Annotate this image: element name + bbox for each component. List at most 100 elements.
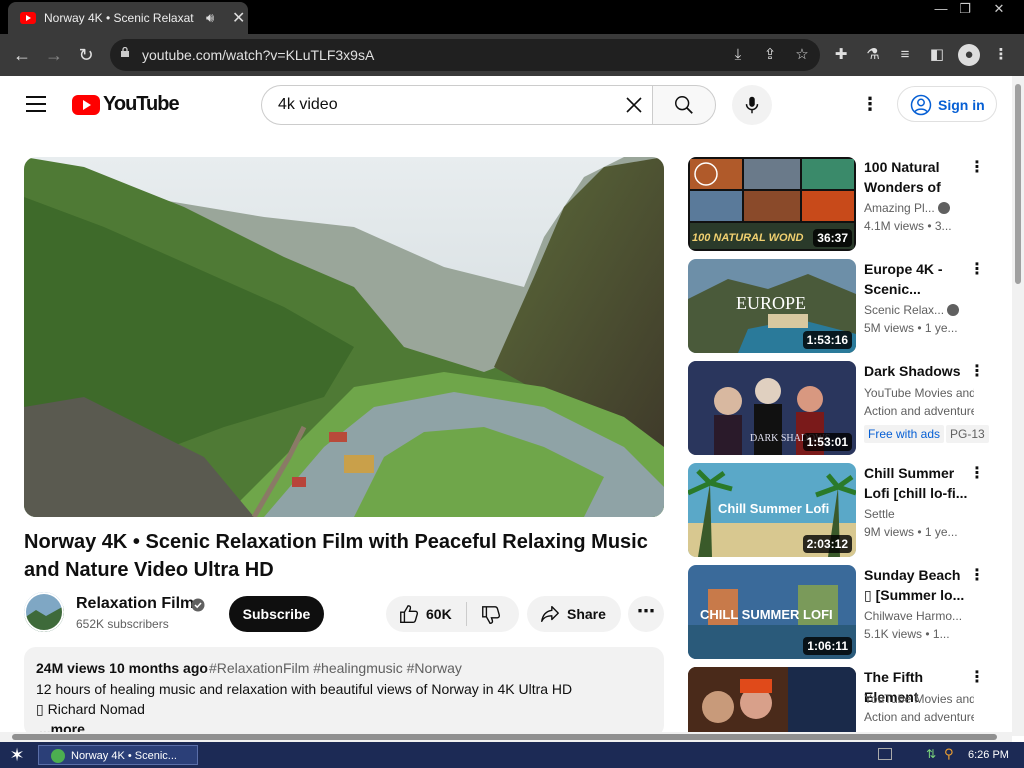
channel-name[interactable]: YouTube Movies and TV xyxy=(864,386,974,400)
video-player[interactable] xyxy=(24,157,664,517)
keyboard-tray-icon[interactable] xyxy=(878,748,892,760)
video-thumbnail[interactable]: DARK SHADOWS 1:53:01 xyxy=(688,361,856,455)
thumbnail-text: 100 NATURAL WOND xyxy=(692,232,803,244)
install-app-icon[interactable]: ⤓ xyxy=(728,45,748,65)
channel-name[interactable]: Amazing Pl... xyxy=(864,201,974,215)
scrollbar-thumb[interactable] xyxy=(12,734,997,740)
video-title[interactable]: Chill Summer Lofi [chill lo-fi... xyxy=(864,463,968,503)
video-menu-icon[interactable]: ⋮ xyxy=(968,567,986,589)
video-thumbnail[interactable] xyxy=(688,667,856,732)
search-button[interactable] xyxy=(652,85,716,125)
bookmark-star-icon[interactable]: ☆ xyxy=(792,45,812,65)
youtube-play-logo-icon xyxy=(72,95,100,115)
description-box[interactable]: 24M views 10 months ago #RelaxationFilm … xyxy=(24,647,664,737)
video-title[interactable]: Europe 4K - Scenic... xyxy=(864,259,968,299)
video-title[interactable]: 100 Natural Wonders of th... xyxy=(864,157,968,197)
system-clock: 6:26 PM xyxy=(968,749,1009,761)
video-thumbnail[interactable]: CHILL SUMMER LOFI 1:06:11 xyxy=(688,565,856,659)
verified-badge-icon xyxy=(937,202,950,214)
video-duration: 2:03:12 xyxy=(802,535,852,553)
like-count[interactable]: 60K xyxy=(426,606,452,622)
recommended-video[interactable]: DARK SHADOWS 1:53:01 Dark Shadows YouTub… xyxy=(688,361,1008,455)
view-count: 4.1M views • 3... xyxy=(864,219,952,233)
video-duration: 1:06:11 xyxy=(803,637,852,655)
share-button[interactable]: Share xyxy=(527,596,621,632)
media-queue-icon[interactable]: ≡ xyxy=(894,44,916,66)
taskbar-window-button[interactable]: Norway 4K • Scenic... xyxy=(38,745,198,765)
youtube-logo[interactable]: YouTube xyxy=(72,93,180,116)
url-text: youtube.com/watch?v=KLuTLF3x9sA xyxy=(142,47,375,63)
scrollbar-thumb[interactable] xyxy=(1015,84,1021,284)
video-genre: Action and adventure • xyxy=(864,710,974,724)
labs-flask-icon[interactable]: ⚗ xyxy=(862,44,884,66)
reload-icon[interactable]: ↻ xyxy=(74,43,98,67)
search-icon xyxy=(675,96,693,114)
start-menu-icon[interactable]: ✶ xyxy=(6,745,28,765)
channel-name-text: Scenic Relax... xyxy=(864,303,945,317)
hashtags[interactable]: #RelaxationFilm #healingmusic #Norway xyxy=(209,660,462,676)
view-count: 5M views • 1 ye... xyxy=(864,321,958,335)
sign-in-button[interactable]: Sign in xyxy=(897,86,997,122)
channel-avatar[interactable] xyxy=(24,592,64,632)
settings-more-icon[interactable]: ⋮ xyxy=(858,94,882,118)
horizontal-scrollbar[interactable] xyxy=(0,732,1012,742)
subscriber-count: 652K subscribers xyxy=(76,617,169,631)
video-menu-icon[interactable]: ⋮ xyxy=(968,159,986,181)
subscribe-button[interactable]: Subscribe xyxy=(229,596,324,632)
search-input[interactable]: 4k video xyxy=(261,85,653,125)
side-panel-icon[interactable]: ◧ xyxy=(926,44,948,66)
video-frame-norway-valley xyxy=(24,157,664,517)
view-count: 5.1K views • 1... xyxy=(864,627,950,641)
forward-arrow-icon[interactable]: → xyxy=(42,43,66,67)
recommended-video[interactable]: 100 NATURAL WOND 36:37 100 Natural Wonde… xyxy=(688,157,1008,251)
video-menu-icon[interactable]: ⋮ xyxy=(968,465,986,487)
close-tab-icon[interactable]: ✕ xyxy=(232,8,245,28)
browser-tab-bar: Norway 4K • Scenic Relaxation 🔊︎ ✕ — ❐ ✕ xyxy=(0,0,1024,34)
recommended-video[interactable]: Chill Summer Lofi 2:03:12 Chill Summer L… xyxy=(688,463,1008,557)
video-menu-icon[interactable]: ⋮ xyxy=(968,363,986,385)
extensions-icon[interactable]: ✚ xyxy=(830,44,852,66)
clear-search-icon[interactable] xyxy=(623,94,645,116)
video-thumbnail[interactable]: 100 NATURAL WOND 36:37 xyxy=(688,157,856,251)
vertical-scrollbar[interactable] xyxy=(1012,76,1024,736)
channel-name[interactable]: YouTube Movies and TV xyxy=(864,692,974,706)
video-menu-icon[interactable]: ⋮ xyxy=(968,669,986,691)
taskbar-window-label: Norway 4K • Scenic... xyxy=(71,750,177,762)
profile-avatar-icon[interactable]: ● xyxy=(958,44,980,66)
verified-badge-icon xyxy=(947,304,960,316)
video-thumbnail[interactable]: EUROPE 1:53:16 xyxy=(688,259,856,353)
video-thumbnail[interactable]: Chill Summer Lofi 2:03:12 xyxy=(688,463,856,557)
recommended-video[interactable]: The Fifth Element YouTube Movies and TV … xyxy=(688,667,1008,732)
video-title[interactable]: Sunday Beach ▯ [Summer lo... xyxy=(864,565,968,605)
back-arrow-icon[interactable]: ← xyxy=(10,43,34,67)
lock-icon xyxy=(121,47,129,57)
recommended-video[interactable]: EUROPE 1:53:16 Europe 4K - Scenic... Sce… xyxy=(688,259,1008,353)
channel-name[interactable]: Chilwave Harmo... xyxy=(864,609,974,623)
thumbnail-image xyxy=(688,667,856,732)
close-window-button[interactable]: ✕ xyxy=(982,0,1016,18)
search-tray-icon[interactable]: ⚲ xyxy=(944,746,954,762)
network-tray-icon[interactable]: ⇅ xyxy=(926,747,936,761)
os-taskbar: ✶ Norway 4K • Scenic... ⇅ ⚲ 6:26 PM xyxy=(0,742,1024,768)
menu-hamburger-icon[interactable] xyxy=(26,96,46,112)
share-page-icon[interactable]: ⇪ xyxy=(760,45,780,65)
video-title[interactable]: Dark Shadows xyxy=(864,361,968,381)
share-arrow-icon xyxy=(541,605,559,623)
video-genre: Action and adventure • xyxy=(864,404,974,418)
address-bar[interactable]: youtube.com/watch?v=KLuTLF3x9sA ⤓ ⇪ ☆ xyxy=(110,39,820,71)
thumbs-up-icon[interactable] xyxy=(398,603,420,625)
browser-menu-icon[interactable]: ⋮ xyxy=(990,44,1012,66)
thumbs-down-icon[interactable] xyxy=(480,604,502,626)
channel-name[interactable]: Scenic Relax... xyxy=(864,303,974,317)
channel-name[interactable]: Settle xyxy=(864,507,974,521)
channel-name[interactable]: Relaxation Film xyxy=(76,595,194,613)
recommended-video[interactable]: CHILL SUMMER LOFI 1:06:11 Sunday Beach ▯… xyxy=(688,565,1008,659)
restore-window-button[interactable]: ❐ xyxy=(948,0,982,18)
video-menu-icon[interactable]: ⋮ xyxy=(968,261,986,283)
tab-title: Norway 4K • Scenic Relaxation xyxy=(44,11,194,25)
more-actions-icon[interactable]: ⋯ xyxy=(628,596,664,632)
voice-search-button[interactable] xyxy=(732,85,772,125)
audio-playing-icon[interactable]: 🔊︎ xyxy=(206,10,214,26)
youtube-header: YouTube 4k video ⋮ Sign in xyxy=(0,76,1024,132)
browser-tab[interactable]: Norway 4K • Scenic Relaxation 🔊︎ ✕ xyxy=(8,2,248,34)
